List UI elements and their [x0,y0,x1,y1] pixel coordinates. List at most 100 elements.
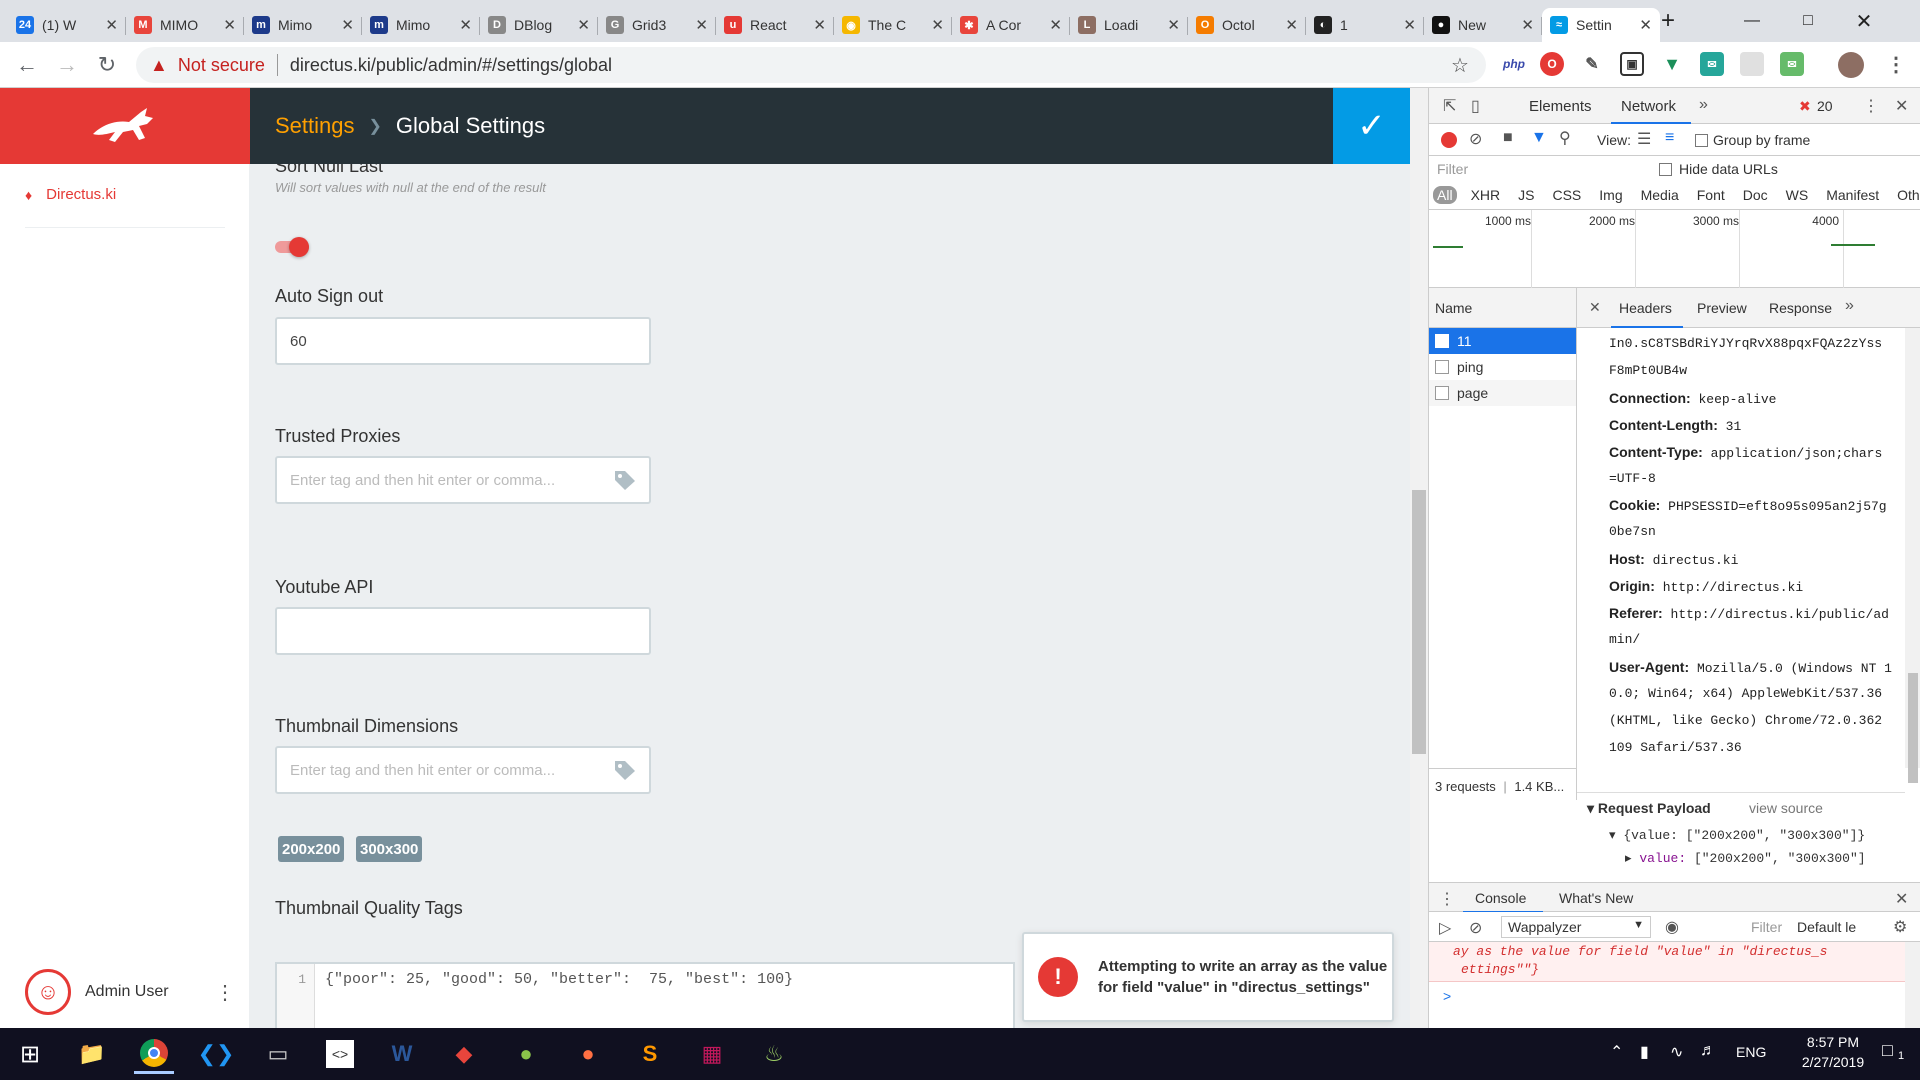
tab-close-icon[interactable]: ✕ [1285,16,1298,34]
chrome-taskbar-icon[interactable] [134,1034,174,1074]
console-settings-gear-icon[interactable]: ⚙ [1893,917,1907,937]
close-detail-icon[interactable]: ✕ [1589,299,1601,316]
payload-object[interactable]: ▾ {value: ["200x200", "300x300"]} [1609,828,1865,843]
console-prompt[interactable]: > [1443,988,1451,1004]
tab-close-icon[interactable]: ✕ [813,16,826,34]
type-filter-font[interactable]: Font [1693,186,1729,204]
tab-close-icon[interactable]: ✕ [1049,16,1062,34]
back-icon[interactable]: ← [12,50,42,80]
address-bar[interactable]: ▲ Not secure directus.ki/public/admin/#/… [136,47,1486,83]
git-taskbar-icon[interactable]: ◆ [444,1034,484,1074]
group-by-frame-checkbox[interactable] [1695,134,1708,147]
browser-tab[interactable]: u React ✕ [716,8,834,42]
type-filter-img[interactable]: Img [1595,186,1626,204]
request-payload-section[interactable]: ▾ Request Payload [1587,800,1711,817]
new-tab-button[interactable]: + [1640,0,1696,42]
browser-tab[interactable]: ◐ 1 ✕ [1306,8,1424,42]
screenshot-icon[interactable]: ■ [1503,129,1513,147]
error-count[interactable]: 20 [1817,98,1833,114]
console-filter-input[interactable]: Filter [1751,919,1782,935]
tab-response[interactable]: Response [1769,300,1832,316]
winrar-taskbar-icon[interactable]: ▦ [692,1034,732,1074]
error-count-icon[interactable]: ✖ [1799,98,1811,115]
profile-avatar-icon[interactable] [1838,52,1864,78]
browser-tab[interactable]: ◉ The C ✕ [834,8,952,42]
more-detail-tabs-icon[interactable]: » [1845,297,1854,315]
browser-tab[interactable]: m Mimo ✕ [244,8,362,42]
hide-data-urls-checkbox[interactable] [1659,163,1672,176]
context-select[interactable]: Wappalyzer ▼ [1501,916,1651,938]
volume-icon[interactable]: ♬ [1700,1042,1716,1060]
browser-tab[interactable]: ✱ A Cor ✕ [952,8,1070,42]
tab-close-icon[interactable]: ✕ [1521,16,1534,34]
tab-close-icon[interactable]: ✕ [459,16,472,34]
inbox-extension-icon[interactable]: ✉ [1780,52,1804,76]
view-source-link[interactable]: view source [1749,800,1823,816]
tab-close-icon[interactable]: ✕ [1403,16,1416,34]
tray-chevron-icon[interactable]: ⌃ [1610,1042,1623,1062]
record-icon[interactable] [1441,132,1457,148]
log-levels-select[interactable]: Default le [1797,919,1856,935]
clock-time[interactable]: 8:57 PM [1790,1034,1876,1050]
clock-date[interactable]: 2/27/2019 [1790,1054,1876,1070]
project-switcher[interactable]: ♦ Directus.ki [25,186,116,203]
type-filter-xhr[interactable]: XHR [1467,186,1505,204]
detail-scrollbar-thumb[interactable] [1908,673,1918,783]
bookmark-star-icon[interactable]: ☆ [1445,50,1475,80]
list-view-icon[interactable]: ☰ [1637,129,1651,149]
paint-taskbar-icon[interactable]: ♨ [754,1034,794,1074]
type-filter-manifest[interactable]: Manifest [1822,186,1883,204]
browser-tab[interactable]: D DBlog ✕ [480,8,598,42]
waterfall-view-icon[interactable]: ≡ [1665,129,1674,147]
blank-extension-icon[interactable] [1740,52,1764,76]
name-column-header[interactable]: Name [1429,288,1577,328]
browser-tab[interactable]: ● New ✕ [1424,8,1542,42]
tab-console[interactable]: Console [1475,890,1526,906]
auto-signout-input[interactable]: 60 [275,317,651,365]
user-menu[interactable]: ☺ Admin User ⋮ [25,968,235,1016]
tab-elements[interactable]: Elements [1529,98,1592,115]
error-notification[interactable]: ! Attempting to write an array as the va… [1022,932,1394,1022]
more-vertical-icon[interactable]: ⋮ [215,980,235,1005]
console-sidebar-icon[interactable]: ▷ [1439,918,1451,938]
inspect-element-icon[interactable]: ⇱ [1443,96,1456,116]
vue-extension-icon[interactable]: ▼ [1660,52,1684,76]
tab-close-icon[interactable]: ✕ [931,16,944,34]
breadcrumb-settings[interactable]: Settings [275,113,355,139]
devtools-menu-icon[interactable]: ⋮ [1863,96,1879,116]
browser-tab[interactable]: M MIMO ✕ [126,8,244,42]
type-filter-media[interactable]: Media [1637,186,1683,204]
remote-desktop-icon[interactable]: ▭ [258,1034,298,1074]
browser-tab[interactable]: G Grid3 ✕ [598,8,716,42]
type-filter-js[interactable]: JS [1514,186,1538,204]
browser-tab[interactable]: m Mimo ✕ [362,8,480,42]
browser-tab[interactable]: L Loadi ✕ [1070,8,1188,42]
sublime-taskbar-icon[interactable]: S [630,1034,670,1074]
heidisql-taskbar-icon[interactable]: ● [506,1034,546,1074]
tab-headers[interactable]: Headers [1619,300,1672,316]
thumbnail-quality-code-editor[interactable]: 1 {"poor": 25, "good": 50, "better": 75,… [275,962,1015,1028]
language-indicator[interactable]: ENG [1736,1044,1766,1060]
php-extension-icon[interactable]: php [1502,52,1526,76]
wifi-icon[interactable]: ∿ [1670,1042,1683,1062]
console-clear-icon[interactable]: ⊘ [1469,918,1482,938]
network-filter-input[interactable]: Filter [1437,161,1468,177]
browser-tab[interactable]: 24 (1) W ✕ [8,8,126,42]
code-editor-icon[interactable]: <> [326,1040,354,1068]
search-icon[interactable]: ⚲ [1559,128,1571,148]
page-scrollbar-thumb[interactable] [1412,490,1426,754]
close-window-icon[interactable]: ✕ [1836,0,1892,42]
tab-close-icon[interactable]: ✕ [1167,16,1180,34]
clear-icon[interactable]: ⊘ [1469,129,1482,149]
reload-icon[interactable]: ↻ [92,50,122,80]
word-taskbar-icon[interactable]: W [382,1034,422,1074]
tag-chip-200x200[interactable]: 200x200 [278,836,345,862]
tab-close-icon[interactable]: ✕ [341,16,354,34]
drawer-menu-icon[interactable]: ⋮ [1439,889,1455,909]
window-extension-icon[interactable]: ▣ [1620,52,1644,76]
devtools-close-icon[interactable]: ✕ [1895,96,1908,116]
forward-icon[interactable]: → [52,50,82,80]
trusted-proxies-input[interactable]: Enter tag and then hit enter or comma... [275,456,651,504]
type-filter-other[interactable]: Other [1893,186,1920,204]
maximize-icon[interactable]: □ [1780,0,1836,42]
